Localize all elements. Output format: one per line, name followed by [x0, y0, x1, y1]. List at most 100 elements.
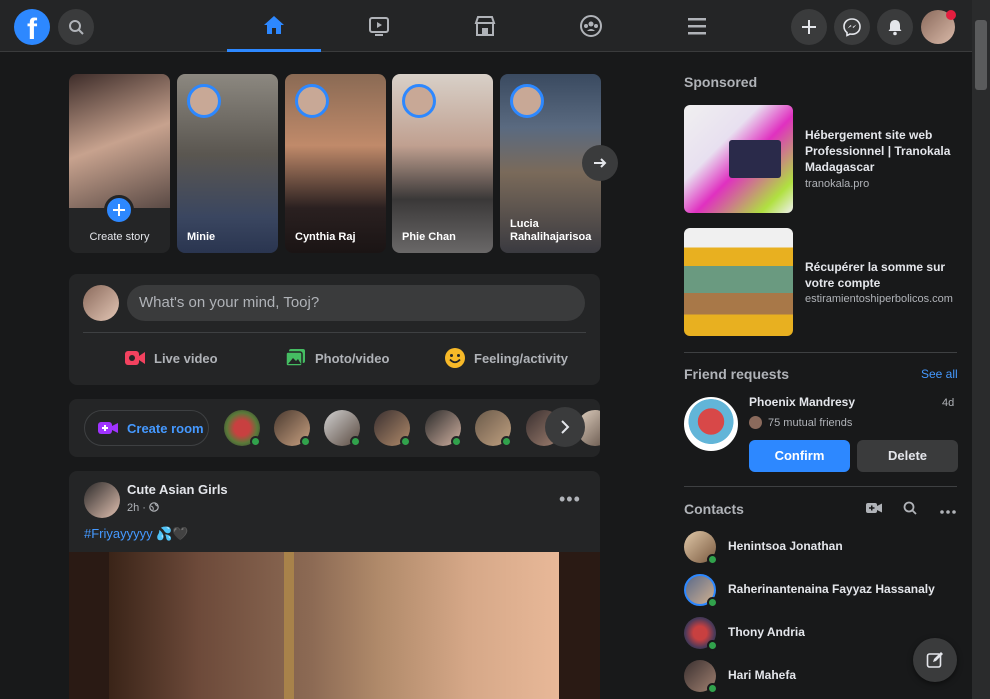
story-card[interactable]: Phie Chan	[392, 74, 493, 253]
sponsored-ad[interactable]: Récupérer la somme sur votre compte esti…	[684, 228, 959, 336]
online-indicator	[451, 436, 462, 447]
tab-watch[interactable]	[332, 0, 426, 52]
feeling-activity-button[interactable]: Feeling/activity	[444, 346, 568, 370]
divider	[83, 332, 586, 333]
home-icon	[264, 15, 284, 34]
post-time: 2h ·	[127, 502, 159, 514]
search-contacts-button[interactable]	[903, 501, 917, 518]
sponsored-ad[interactable]: Hébergement site web Professionnel | Tra…	[684, 105, 959, 213]
smiley-icon	[445, 348, 465, 368]
friend-request-name[interactable]: Phoenix Mandresy	[749, 395, 855, 409]
room-contact-avatar[interactable]	[425, 410, 462, 447]
add-story-button[interactable]	[104, 195, 134, 225]
post-author-name[interactable]: Cute Asian Girls	[127, 482, 228, 497]
room-contact-avatar[interactable]	[475, 410, 512, 447]
online-indicator	[707, 683, 718, 694]
contact-name: Thony Andria	[728, 625, 805, 639]
photo-video-button[interactable]: Photo/video	[285, 346, 389, 370]
contact-item[interactable]: Henintsoa Jonathan	[684, 531, 957, 567]
video-camera-plus-icon	[98, 422, 118, 434]
post-photo[interactable]	[69, 552, 600, 699]
contacts-options-button[interactable]	[940, 501, 956, 517]
status-input[interactable]: What's on your mind, Tooj?	[127, 285, 585, 321]
search-icon	[903, 501, 917, 515]
room-contact-avatar[interactable]	[324, 410, 361, 447]
feed-post: Cute Asian Girls 2h · ••• #Friyayyyyy 💦🖤	[69, 471, 600, 699]
mutual-friend-avatar	[749, 416, 762, 429]
stories-next-button[interactable]	[582, 145, 618, 181]
online-indicator	[707, 597, 718, 608]
photo-detail	[284, 552, 294, 699]
photo-video-label: Photo/video	[315, 350, 390, 366]
story-card[interactable]: Minie	[177, 74, 278, 253]
ad-title: Hébergement site web Professionnel | Tra…	[805, 128, 951, 174]
search-button[interactable]	[58, 9, 94, 45]
new-room-button[interactable]	[866, 501, 882, 517]
contact-name: Raherinantenaina Fayyaz Hassanaly	[728, 582, 935, 596]
create-room-button[interactable]: Create room	[84, 410, 209, 446]
post-hashtag-link[interactable]: #Friyayyyyy	[84, 526, 153, 541]
tab-groups[interactable]	[544, 0, 638, 52]
create-story-card[interactable]: Create story	[69, 74, 170, 253]
friend-request-date: 4d	[942, 397, 955, 409]
story-image	[69, 74, 170, 208]
post-author-avatar[interactable]	[84, 482, 120, 518]
new-message-button[interactable]	[913, 638, 957, 682]
hamburger-menu-icon	[688, 18, 706, 35]
room-contact-avatar[interactable]	[374, 410, 411, 447]
ad-domain: tranokala.pro	[805, 178, 870, 190]
facebook-logo[interactable]: f	[14, 9, 50, 45]
marketplace-icon	[474, 16, 496, 36]
room-contact-avatar[interactable]	[224, 410, 261, 447]
post-timestamp[interactable]: 2h ·	[127, 502, 146, 514]
ad-thumbnail	[684, 228, 793, 336]
groups-icon	[580, 15, 602, 37]
top-navigation-bar: f	[0, 0, 972, 52]
ad-title: Récupérer la somme sur votre compte	[805, 260, 946, 290]
tab-menu[interactable]	[650, 0, 744, 52]
bell-icon	[888, 20, 902, 36]
globe-icon	[149, 502, 159, 512]
story-avatar	[295, 84, 329, 118]
rooms-bar: Create room	[69, 399, 600, 457]
story-card[interactable]: Cynthia Raj	[285, 74, 386, 253]
rooms-next-button[interactable]	[545, 407, 585, 447]
post-emoji: 💦🖤	[152, 526, 189, 541]
online-indicator	[400, 436, 411, 447]
scrollbar[interactable]	[972, 0, 990, 699]
ad-domain: estiramientoshiperbolicos.com	[805, 293, 953, 305]
confirm-button[interactable]: Confirm	[749, 440, 850, 472]
live-video-button[interactable]: Live video	[124, 346, 218, 370]
video-icon	[369, 17, 389, 36]
user-avatar	[83, 285, 119, 321]
notifications-button[interactable]	[877, 9, 913, 45]
story-avatar	[510, 84, 544, 118]
more-options-icon	[940, 510, 956, 514]
see-all-link[interactable]: See all	[921, 367, 958, 381]
online-indicator	[501, 436, 512, 447]
online-indicator	[707, 554, 718, 565]
sponsored-heading: Sponsored	[684, 74, 758, 90]
arrow-right-icon	[594, 158, 607, 168]
mutual-friends-count: 75 mutual friends	[768, 416, 853, 429]
story-name: Minie	[187, 231, 216, 243]
create-room-label: Create room	[127, 420, 204, 436]
divider	[684, 486, 957, 487]
friend-requests-heading: Friend requests	[684, 366, 790, 382]
friend-request-avatar[interactable]	[684, 397, 738, 451]
create-story-label: Create story	[89, 231, 150, 243]
story-name: Lucia Rahalihajarisoa	[510, 218, 592, 243]
contact-item[interactable]: Raherinantenaina Fayyaz Hassanaly	[684, 574, 957, 610]
online-indicator	[300, 436, 311, 447]
tab-marketplace[interactable]	[438, 0, 532, 52]
room-contact-avatar[interactable]	[274, 410, 311, 447]
create-button[interactable]	[791, 9, 827, 45]
post-caption: #Friyayyyyy 💦🖤	[84, 526, 189, 542]
tab-home[interactable]	[227, 0, 321, 52]
post-options-button[interactable]: •••	[559, 489, 581, 510]
delete-button[interactable]: Delete	[857, 440, 958, 472]
search-icon	[69, 20, 84, 35]
messenger-button[interactable]	[834, 9, 870, 45]
ad-thumbnail	[684, 105, 793, 213]
scrollbar-thumb[interactable]	[975, 20, 987, 90]
